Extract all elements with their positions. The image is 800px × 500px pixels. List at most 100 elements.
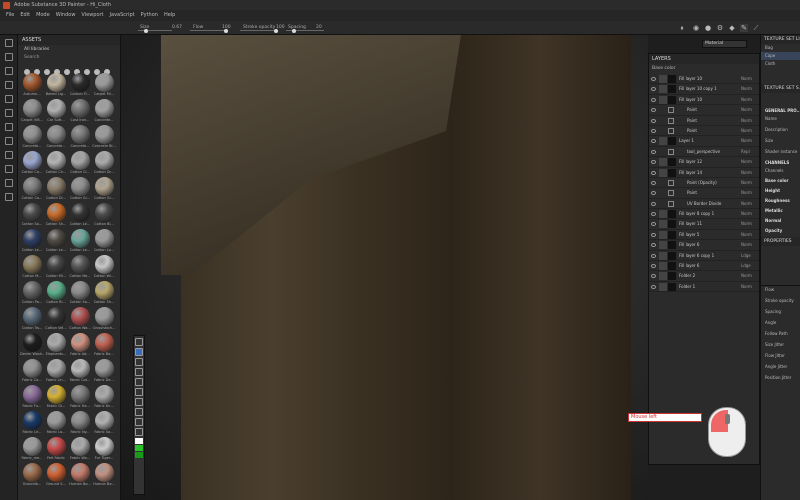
material-thumbnail[interactable]: Fabric Fu...: [20, 385, 44, 411]
visibility-toggle-icon[interactable]: [651, 284, 656, 289]
effect-row[interactable]: Paint Norm: [649, 116, 759, 126]
visibility-toggle-icon[interactable]: [651, 128, 656, 133]
material-thumbnail[interactable]: Concrete...: [92, 99, 116, 125]
material-thumbnail[interactable]: Concrete...: [44, 125, 68, 151]
material-thumbnail[interactable]: Cotton Lo...: [92, 229, 116, 255]
blend-mode[interactable]: Norm: [741, 95, 752, 105]
texture-set-item[interactable]: Cloth: [761, 60, 800, 68]
material-thumbnail[interactable]: Cotton M...: [20, 255, 44, 281]
material-thumbnail[interactable]: Fabric De...: [92, 359, 116, 385]
material-thumbnail[interactable]: Cotton Sa...: [68, 281, 92, 307]
property-field[interactable]: Angle: [761, 319, 800, 330]
settings-icon[interactable]: ⚙: [716, 24, 724, 32]
menu-item-viewport[interactable]: Viewport: [81, 12, 103, 18]
flow-value[interactable]: 100: [222, 21, 231, 35]
line-tool-icon[interactable]: [135, 378, 143, 386]
blend-mode[interactable]: Norm: [741, 105, 752, 115]
material-thumbnail[interactable]: Cotton Sh...: [44, 203, 68, 229]
stroke-opacity-value[interactable]: 100: [276, 21, 285, 35]
channel-item[interactable]: Metallic: [761, 207, 800, 217]
menu-item-help[interactable]: Help: [164, 12, 175, 18]
material-thumbnail[interactable]: Cotton Co...: [20, 177, 44, 203]
material-thumbnail[interactable]: Cotton Wa...: [68, 307, 92, 333]
material-thumbnail[interactable]: Fabric Ca...: [20, 359, 44, 385]
layer-mask[interactable]: [668, 85, 676, 94]
property-field[interactable]: Follow Path: [761, 330, 800, 341]
layer-row[interactable]: Folder 1 Norm: [649, 282, 759, 293]
visibility-toggle-icon[interactable]: [651, 264, 656, 269]
layer-row[interactable]: Fill layer 6 Norm: [649, 240, 759, 251]
layer-row[interactable]: Fill layer 5 Norm: [649, 230, 759, 241]
channel-item[interactable]: Channels: [761, 167, 800, 177]
blend-mode[interactable]: Ldge: [741, 261, 751, 271]
paint-tool-icon[interactable]: [5, 39, 13, 47]
material-thumbnail[interactable]: Cotton Gi...: [92, 177, 116, 203]
size-slider[interactable]: [138, 28, 172, 33]
material-thumbnail[interactable]: Concrete...: [20, 125, 44, 151]
channel-item[interactable]: Normal: [761, 217, 800, 227]
layer-mask[interactable]: [668, 262, 676, 271]
menu-item-python[interactable]: Python: [141, 12, 158, 18]
visibility-toggle-icon[interactable]: [651, 180, 656, 185]
visibility-toggle-icon[interactable]: [651, 139, 656, 144]
cape-model[interactable]: [161, 35, 461, 275]
blend-mode[interactable]: Norm: [741, 116, 752, 126]
channel-select[interactable]: Base color: [649, 64, 759, 74]
visibility-toggle-icon[interactable]: [651, 222, 656, 227]
layer-mask[interactable]: [668, 210, 676, 219]
delete-icon[interactable]: [135, 408, 143, 416]
blend-mode[interactable]: Norm: [741, 219, 752, 229]
material-thumbnail[interactable]: Elephants...: [44, 333, 68, 359]
layer-row[interactable]: Fill layer 10 copy 1 Norm: [649, 84, 759, 95]
material-thumbnail[interactable]: Human Bo...: [68, 463, 92, 489]
channel-item[interactable]: Base color: [761, 177, 800, 187]
pause-icon[interactable]: ⏸: [678, 24, 686, 32]
blend-mode[interactable]: Ldge: [741, 251, 751, 261]
property-field[interactable]: Size Jitter: [761, 341, 800, 352]
layer-mask[interactable]: [668, 75, 676, 83]
blend-mode[interactable]: Norm: [741, 282, 752, 292]
visibility-toggle-icon[interactable]: [651, 118, 656, 123]
spacing-value[interactable]: 20: [316, 21, 322, 35]
visibility-toggle-icon[interactable]: [651, 87, 656, 92]
material-thumbnail[interactable]: Fabric Wo...: [68, 437, 92, 463]
visibility-toggle-icon[interactable]: [651, 243, 656, 248]
visibility-toggle-icon[interactable]: [651, 108, 656, 113]
menu-item-javascript[interactable]: JavaScript: [110, 12, 135, 18]
menu-item-mode[interactable]: Mode: [36, 12, 50, 18]
blend-mode[interactable]: Norm: [741, 240, 752, 250]
material-thumbnail[interactable]: Carpet ViB...: [20, 99, 44, 125]
material-thumbnail[interactable]: Fabric Ad...: [68, 333, 92, 359]
visibility-toggle-icon[interactable]: [651, 170, 656, 175]
smudge-tool-icon[interactable]: [5, 95, 13, 103]
material-thumbnail[interactable]: Cotton Ca...: [20, 151, 44, 177]
display-settings-icon[interactable]: [5, 193, 13, 201]
mask-tool-icon[interactable]: [135, 428, 143, 436]
cloth-model[interactable]: [161, 35, 631, 500]
material-thumbnail[interactable]: Cotton Ch...: [44, 151, 68, 177]
picker-tool-icon[interactable]: [5, 123, 13, 131]
visibility-toggle-icon[interactable]: [651, 149, 656, 154]
render-icon[interactable]: ●: [704, 24, 712, 32]
property-field[interactable]: Flow Jitter: [761, 352, 800, 363]
layers-panel-icon[interactable]: [5, 165, 13, 173]
visibility-toggle-icon[interactable]: [651, 201, 656, 206]
white-swatch[interactable]: [135, 438, 143, 444]
visibility-toggle-icon[interactable]: [651, 232, 656, 237]
material-thumbnail[interactable]: Cotton Sa...: [20, 203, 44, 229]
share-icon[interactable]: ◆: [728, 24, 736, 32]
blend-mode[interactable]: Norm: [741, 136, 752, 146]
layer-row[interactable]: Folder 2 Norm: [649, 271, 759, 282]
material-thumbnail[interactable]: Fabric Sa...: [92, 411, 116, 437]
layer-row[interactable]: Fill layer 6 Ldge: [649, 261, 759, 272]
blend-mode[interactable]: Norm: [741, 188, 752, 198]
library-selector[interactable]: All libraries: [18, 45, 120, 54]
geometry-fill-icon[interactable]: [5, 81, 13, 89]
eraser-tool-icon[interactable]: [5, 53, 13, 61]
camera-tool-icon[interactable]: [135, 418, 143, 426]
material-thumbnail[interactable]: Fabric Ny...: [68, 411, 92, 437]
blend-mode[interactable]: Norm: [741, 271, 752, 281]
material-thumbnail[interactable]: Fur Tiger...: [92, 437, 116, 463]
visibility-toggle-icon[interactable]: [651, 97, 656, 102]
menu-item-edit[interactable]: Edit: [20, 12, 30, 18]
